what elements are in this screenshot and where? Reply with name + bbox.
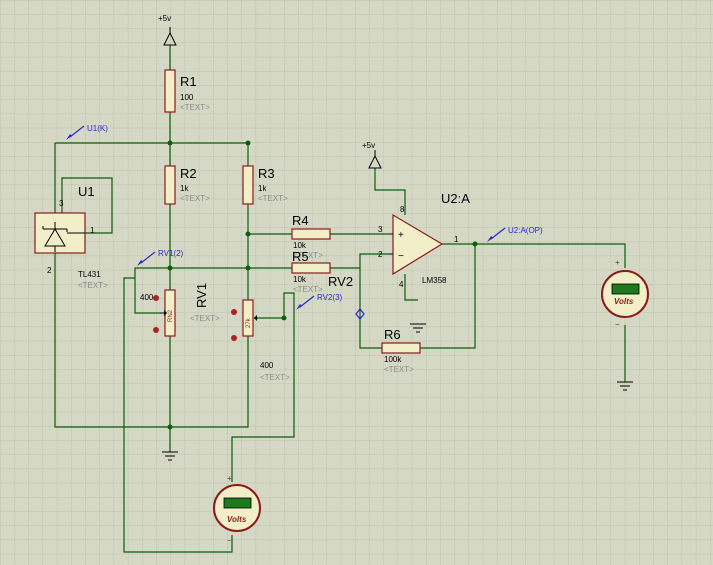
voltmeter-display bbox=[611, 283, 640, 295]
r5-value: 10k bbox=[293, 275, 307, 284]
voltmeter-unit: Volts bbox=[614, 297, 634, 306]
rv2-body: 27k bbox=[246, 317, 252, 328]
r3-value: 1k bbox=[258, 184, 267, 193]
junction bbox=[472, 241, 478, 247]
rv1-decrease-button[interactable] bbox=[153, 295, 159, 301]
u2a-pin1: 1 bbox=[454, 235, 459, 244]
r6-text: <TEXT> bbox=[384, 365, 414, 374]
junction bbox=[167, 424, 173, 430]
u1-pin2: 2 bbox=[47, 266, 52, 275]
u1-text: <TEXT> bbox=[78, 281, 108, 290]
voltmeter-display bbox=[223, 497, 252, 509]
r2-ref: R2 bbox=[180, 166, 197, 181]
junction bbox=[167, 265, 173, 271]
voltmeter-unit: Volts bbox=[227, 515, 247, 524]
r2-text: <TEXT> bbox=[180, 194, 210, 203]
r3-text: <TEXT> bbox=[258, 194, 288, 203]
u2a-pin4: 4 bbox=[399, 280, 404, 289]
voltmeter-plus: + bbox=[227, 474, 232, 483]
vcc-opamp-label: +5v bbox=[362, 141, 375, 150]
probe-u1k-label: U1(K) bbox=[87, 124, 108, 133]
voltmeter-plus: + bbox=[615, 258, 620, 267]
rv2-decrease-button[interactable] bbox=[231, 309, 237, 315]
u1-pin3: 3 bbox=[59, 199, 64, 208]
junction bbox=[167, 140, 173, 146]
schematic-canvas: +5v +5v R1 100 <TEXT> R2 1k <TEXT> R3 1k bbox=[0, 0, 713, 565]
u2a-part: LM358 bbox=[422, 276, 447, 285]
u2a-pin2: 2 bbox=[378, 250, 383, 259]
junction bbox=[245, 231, 251, 237]
u1-part: TL431 bbox=[78, 270, 101, 279]
voltmeter-minus: − bbox=[227, 536, 232, 545]
r6-ref: R6 bbox=[384, 327, 401, 342]
junction bbox=[281, 315, 287, 321]
voltmeter-minus: − bbox=[615, 320, 620, 329]
rv1-text: <TEXT> bbox=[190, 314, 220, 323]
rv1-value: 400 bbox=[140, 293, 154, 302]
u1-ref: U1 bbox=[78, 184, 95, 199]
r6-value: 100k bbox=[384, 355, 402, 364]
probe-rv1-label: RV1(2) bbox=[158, 249, 184, 258]
probe-rv2-label: RV2(3) bbox=[317, 293, 343, 302]
u2a-minus: − bbox=[398, 251, 404, 262]
r1-ref: R1 bbox=[180, 74, 197, 89]
r3-ref: R3 bbox=[258, 166, 275, 181]
u2a-pin3: 3 bbox=[378, 225, 383, 234]
rv1-ref: RV1 bbox=[194, 283, 209, 308]
u2a-ref: U2:A bbox=[441, 191, 470, 206]
rv2-text: <TEXT> bbox=[260, 373, 290, 382]
rv1-increase-button[interactable] bbox=[153, 327, 159, 333]
junction bbox=[245, 265, 251, 271]
r1-text: <TEXT> bbox=[180, 103, 210, 112]
vcc-label: +5v bbox=[158, 14, 171, 23]
u2a-plus: + bbox=[398, 230, 404, 241]
u2a-pin8: 8 bbox=[400, 205, 405, 214]
rv1-body: RN2 bbox=[168, 309, 174, 322]
junction bbox=[245, 140, 251, 146]
r4-ref: R4 bbox=[292, 213, 309, 228]
r5-ref: R5 bbox=[292, 249, 309, 264]
probe-u2a-label: U2:A(OP) bbox=[508, 226, 543, 235]
u1-pin1: 1 bbox=[90, 226, 95, 235]
rv2-increase-button[interactable] bbox=[231, 335, 237, 341]
rv2-ref: RV2 bbox=[328, 274, 353, 289]
r2-value: 1k bbox=[180, 184, 189, 193]
r1-value: 100 bbox=[180, 93, 194, 102]
rv2-value: 400 bbox=[260, 361, 274, 370]
